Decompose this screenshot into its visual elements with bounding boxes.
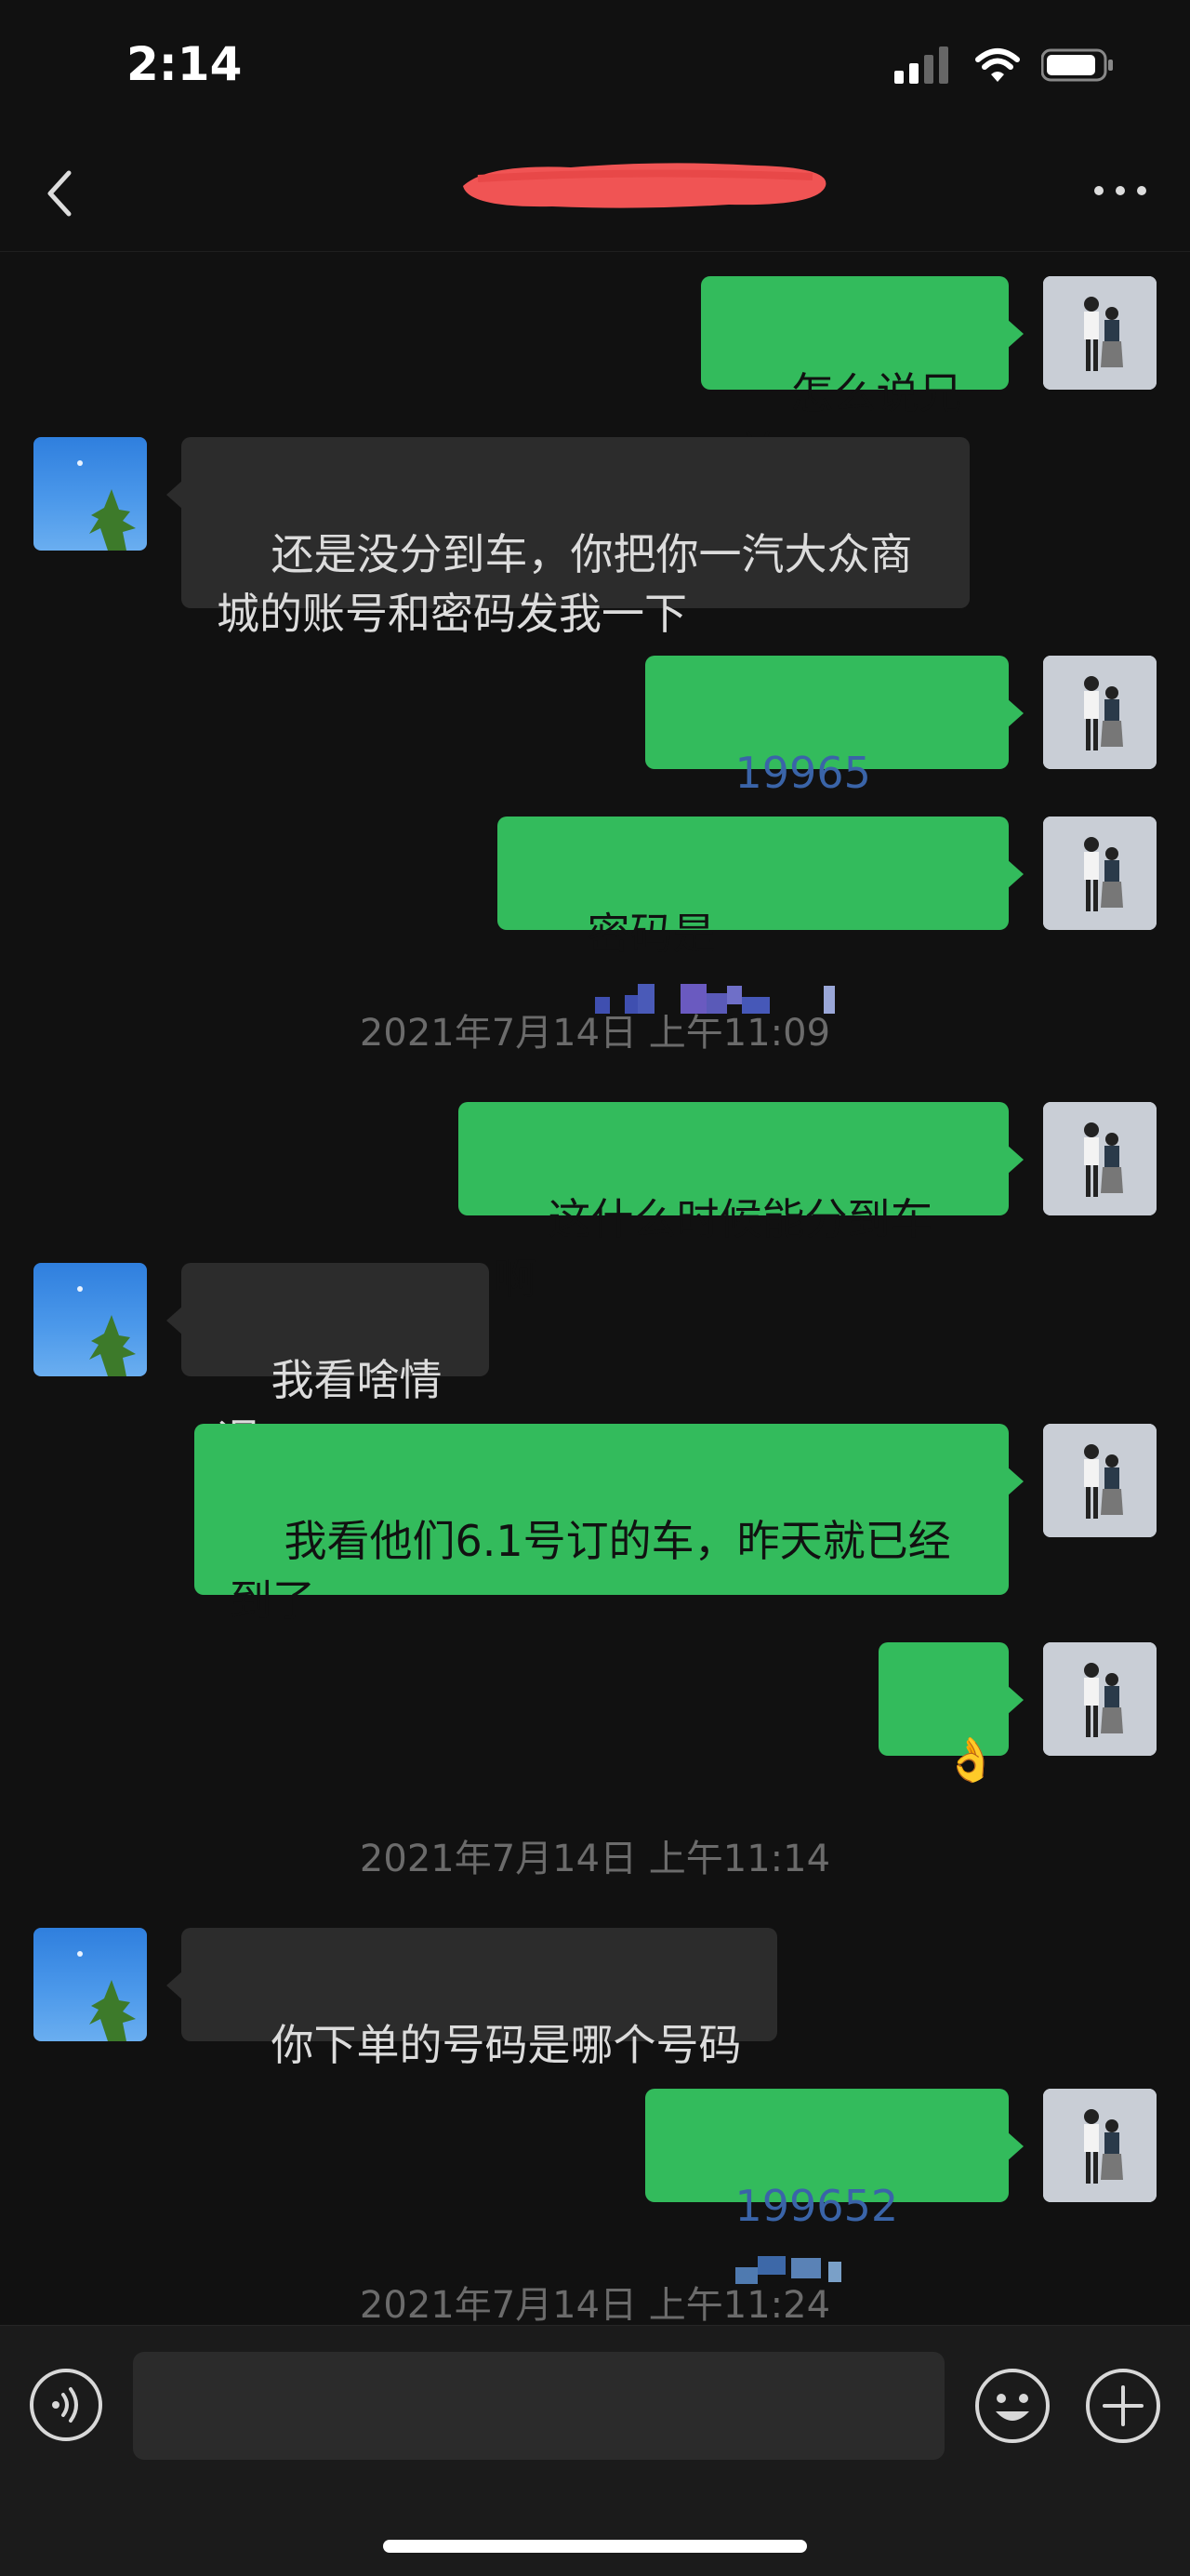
- message-input[interactable]: [133, 2352, 945, 2460]
- couple-avatar-icon: [1043, 1642, 1157, 1756]
- my-avatar[interactable]: [1043, 1102, 1157, 1215]
- timestamp: 2021年7月14日 上午11:24: [359, 2284, 831, 2327]
- my-avatar[interactable]: [1043, 817, 1157, 930]
- couple-avatar-icon: [1043, 2089, 1157, 2202]
- message-bubble[interactable]: 👌: [879, 1642, 1024, 1785]
- my-avatar[interactable]: [1043, 2089, 1157, 2202]
- redaction-scribble: [463, 163, 826, 208]
- clock: 2:14: [126, 37, 243, 91]
- couple-avatar-icon: [1043, 1424, 1157, 1537]
- my-avatar[interactable]: [1043, 1424, 1157, 1537]
- contact-avatar[interactable]: [33, 437, 147, 551]
- message-text: 还是没分到车，你把你一汽大众商城的账号和密码发我一下: [217, 529, 913, 639]
- message-text: 👌: [944, 1734, 998, 1785]
- voice-icon[interactable]: [28, 2367, 104, 2443]
- message-text: 你下单的号码是哪个号码: [271, 2020, 742, 2070]
- my-avatar[interactable]: [1043, 276, 1157, 390]
- contact-avatar[interactable]: [33, 1263, 147, 1376]
- message-bubble[interactable]: 怎么说兄弟: [701, 276, 1024, 478]
- message-bubble[interactable]: 我看啥情况: [166, 1263, 489, 1465]
- sky-tree-avatar-icon: [77, 1951, 136, 2041]
- my-avatar[interactable]: [1043, 656, 1157, 769]
- plus-icon[interactable]: [1084, 2367, 1162, 2445]
- more-dots-icon[interactable]: [1088, 172, 1153, 209]
- signal-icon: [894, 46, 948, 84]
- message-text: 199652: [734, 2181, 899, 2231]
- home-indicator[interactable]: [383, 2540, 807, 2553]
- message-bubble[interactable]: 我看他们6.1号订的车，昨天就已经到了: [194, 1424, 1024, 1626]
- message-text: 我看他们6.1号订的车，昨天就已经到了: [230, 1516, 951, 1626]
- status-bar: 2:14: [0, 0, 1190, 139]
- sky-tree-avatar-icon: [77, 460, 136, 551]
- couple-avatar-icon: [1043, 817, 1157, 930]
- message-text: 这什么时候能分到车啊: [494, 1194, 933, 1304]
- battery-icon: [1041, 48, 1113, 82]
- emoji-icon[interactable]: [973, 2367, 1051, 2445]
- message-bubble[interactable]: 还是没分到车，你把你一汽大众商城的账号和密码发我一下: [166, 437, 970, 639]
- chevron-left-icon[interactable]: [37, 166, 84, 221]
- timestamp: 2021年7月14日 上午11:14: [359, 1838, 831, 1880]
- my-avatar[interactable]: [1043, 1642, 1157, 1756]
- couple-avatar-icon: [1043, 1102, 1157, 1215]
- sky-tree-avatar-icon: [77, 1286, 136, 1376]
- timestamp: 2021年7月14日 上午11:09: [359, 1012, 831, 1055]
- message-bubble[interactable]: 密码是: [497, 817, 1024, 1014]
- contact-avatar[interactable]: [33, 1928, 147, 2041]
- nav-bar: [0, 139, 1190, 252]
- message-text: 19965: [734, 748, 871, 798]
- message-bubble[interactable]: 199652: [645, 2089, 1024, 2284]
- message-bubble[interactable]: 这什么时候能分到车啊: [458, 1102, 1024, 1304]
- message-bubble[interactable]: 19965: [645, 656, 1024, 851]
- couple-avatar-icon: [1043, 276, 1157, 390]
- input-bar: [0, 2325, 1190, 2576]
- message-text: 密码是: [587, 909, 716, 959]
- couple-avatar-icon: [1043, 656, 1157, 769]
- status-icons: [894, 46, 1116, 84]
- wifi-icon: [975, 48, 1020, 82]
- message-bubble[interactable]: 你下单的号码是哪个号码: [166, 1928, 777, 2070]
